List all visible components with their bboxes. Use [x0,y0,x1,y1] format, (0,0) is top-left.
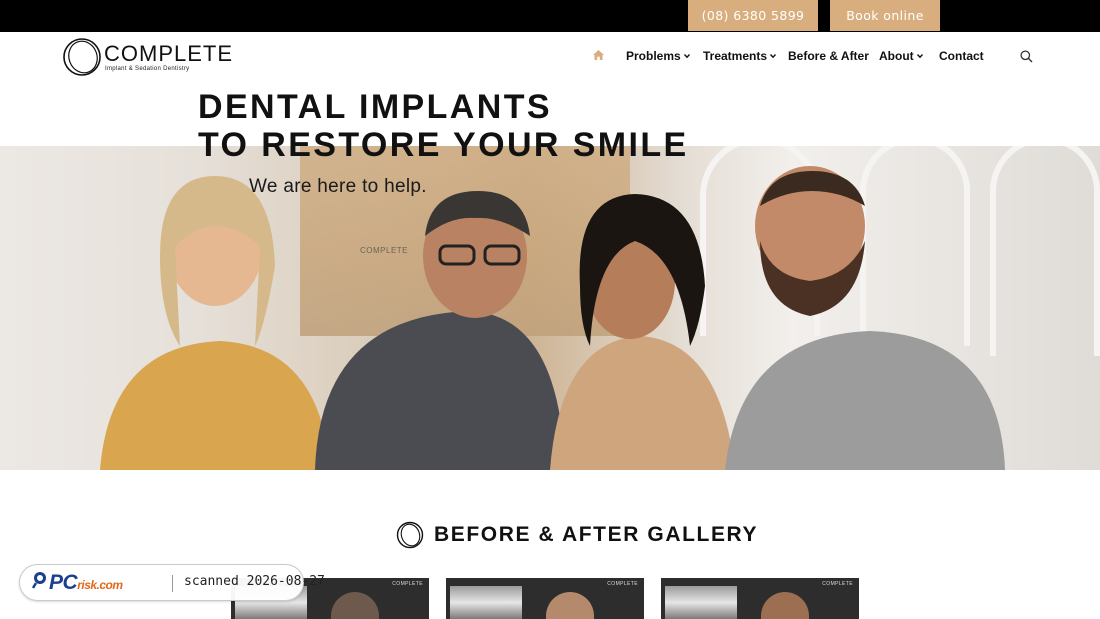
logo-ring-icon [396,521,424,549]
logo-tagline: Implant & Sedation Dentistry [105,66,190,72]
xray-image [450,586,522,619]
home-icon [593,50,604,60]
main-navbar: COMPLETE Implant & Sedation Dentistry Pr… [0,32,1100,82]
pcrisk-logo: PC risk.com [32,571,123,595]
hero-people-illustration [100,166,1005,470]
hero-title-line-1: DENTAL IMPLANTS [198,88,552,126]
xray-image [665,586,737,619]
search-icon[interactable] [1020,50,1033,63]
nav-item-treatments[interactable]: Treatments [703,49,777,63]
nav-item-label: Problems [626,49,681,63]
logo-wordmark: COMPLETE [104,41,234,66]
gallery-title: BEFORE & AFTER GALLERY [434,523,759,546]
nav-item-label: Before & After [788,49,869,63]
thumbnail-watermark: COMPLETE [392,581,423,587]
pcrisk-logo-suffix: risk.com [77,578,123,592]
gallery-heading: BEFORE & AFTER GALLERY [396,520,758,550]
patient-photo [761,592,809,619]
nav-item-contact[interactable]: Contact [939,49,984,63]
gallery-thumbnail[interactable]: COMPLETE [446,578,644,619]
logo-ring-icon [63,38,101,76]
phone-button[interactable]: (08) 6380 5899 [688,0,818,31]
nav-item-label: Contact [939,49,984,63]
patient-photo [546,592,594,619]
badge-divider [172,575,173,592]
hero-title-line-2: TO RESTORE YOUR SMILE [198,126,689,164]
gallery-thumbnail[interactable]: COMPLETE [661,578,859,619]
chevron-down-icon [683,54,690,59]
nav-item-problems[interactable]: Problems [626,49,690,63]
chevron-down-icon [770,54,777,59]
hero-image: COMPLETE [0,146,1100,470]
nav-item-label: Treatments [703,49,768,63]
hero-title: DENTAL IMPLANTS TO RESTORE YOUR SMILE [198,88,689,164]
thumbnail-watermark: COMPLETE [822,581,853,587]
book-online-button[interactable]: Book online [830,0,940,31]
hero-subtitle: We are here to help. [249,176,427,197]
thumbnail-watermark: COMPLETE [607,581,638,587]
nav-item-about[interactable]: About [879,49,923,63]
top-bar: (08) 6380 5899 Book online [0,0,1100,32]
patient-photo [331,592,379,619]
chevron-down-icon [916,54,923,59]
nav-item-before-after[interactable]: Before & After [788,49,869,63]
pcrisk-logo-main: PC [49,571,78,594]
magnifier-icon [32,572,46,589]
scan-date-text: scanned 2026-08-27 [184,574,325,589]
hero-wall-sign: COMPLETE [360,246,409,255]
nav-home-icon[interactable] [592,49,605,61]
scan-badge: PC risk.com scanned 2026-08-27 [19,564,325,601]
nav-item-label: About [879,49,914,63]
site-logo[interactable]: COMPLETE Implant & Sedation Dentistry [62,37,232,77]
